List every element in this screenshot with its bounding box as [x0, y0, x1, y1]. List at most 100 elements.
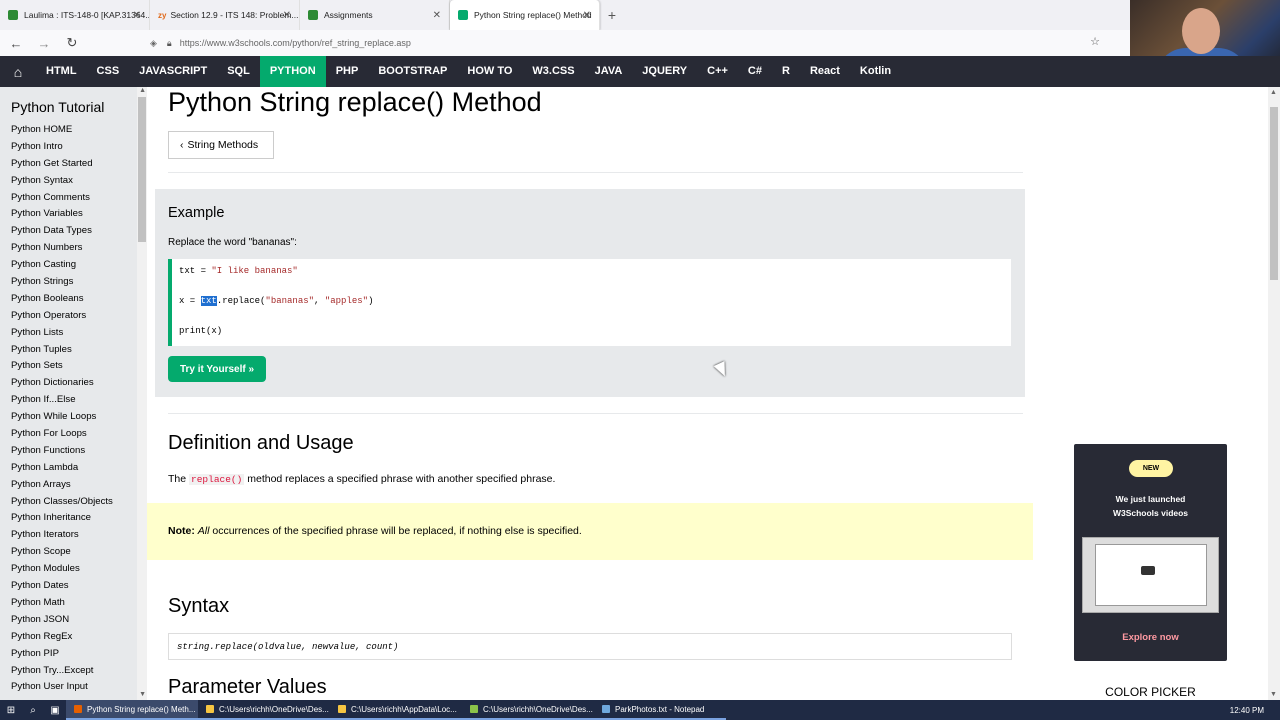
lock-icon[interactable]: 🔒︎ — [167, 38, 172, 49]
sidebar-link[interactable]: Python Dates — [0, 578, 147, 595]
page-scrollbar[interactable]: ▲ ▼ — [1268, 87, 1280, 700]
taskbar-item-explorer[interactable]: C:\Users\richh\OneDrive\Des... — [198, 700, 330, 720]
task-view-icon[interactable]: ▣ — [44, 700, 66, 720]
scroll-up-icon[interactable]: ▲ — [139, 87, 146, 94]
sidebar-link[interactable]: Python Try...Except — [0, 663, 147, 680]
sidebar-link[interactable]: Python Comments — [0, 190, 147, 207]
sidebar-link[interactable]: Python Tuples — [0, 342, 147, 359]
sidebar-scrollbar[interactable]: ▲ ▼ — [137, 87, 147, 700]
close-tab-icon[interactable]: ✕ — [283, 10, 291, 21]
sidebar-link[interactable]: Python JSON — [0, 612, 147, 629]
forward-arrow-icon[interactable]: → — [32, 36, 56, 51]
nav-w3css[interactable]: W3.CSS — [522, 56, 584, 87]
main-content: Python String replace() Method ‹ String … — [147, 87, 1033, 700]
definition-heading: Definition and Usage — [168, 432, 354, 454]
nav-css[interactable]: CSS — [87, 56, 130, 87]
sidebar-link[interactable]: Python Casting — [0, 257, 147, 274]
browser-tab-active[interactable]: Python String replace() Method ✕ — [450, 0, 600, 30]
nav-jquery[interactable]: JQUERY — [632, 56, 697, 87]
bookmark-star-icon[interactable]: ☆ — [1090, 35, 1100, 48]
browser-tab[interactable]: Assignments ✕ — [300, 0, 450, 30]
sidebar-link[interactable]: Python Math — [0, 595, 147, 612]
close-tab-icon[interactable]: ✕ — [133, 10, 141, 21]
sidebar-link[interactable]: Python Functions — [0, 443, 147, 460]
inline-code: replace() — [189, 474, 245, 485]
sidebar-link[interactable]: Python PIP — [0, 646, 147, 663]
nav-how-to[interactable]: HOW TO — [457, 56, 522, 87]
sidebar-link[interactable]: Python Intro — [0, 139, 147, 156]
try-it-yourself-button[interactable]: Try it Yourself » — [168, 356, 266, 382]
nav-cpp[interactable]: C++ — [697, 56, 738, 87]
sidebar-link[interactable]: Python Arrays — [0, 477, 147, 494]
close-tab-icon[interactable]: ✕ — [583, 10, 591, 21]
sidebar-link[interactable]: Python Strings — [0, 274, 147, 291]
back-arrow-icon[interactable]: ← — [4, 36, 28, 51]
code-token: , — [314, 296, 325, 306]
sidebar-link[interactable]: Python Syntax — [0, 173, 147, 190]
scroll-down-icon[interactable]: ▼ — [139, 691, 146, 698]
syntax-heading: Syntax — [168, 595, 230, 617]
search-icon[interactable]: ⌕ — [22, 700, 44, 720]
home-icon[interactable]: ⌂ — [0, 56, 36, 87]
nav-java[interactable]: JAVA — [585, 56, 633, 87]
sidebar-link[interactable]: Python Variables — [0, 206, 147, 223]
sidebar-scroll-thumb[interactable] — [138, 97, 146, 242]
explore-now-link[interactable]: Explore now — [1074, 632, 1227, 643]
code-string: "I like bananas" — [211, 266, 298, 276]
selected-text[interactable]: txt — [200, 296, 217, 306]
shield-icon[interactable]: ◈ — [150, 38, 157, 49]
sidebar-link[interactable]: Python Numbers — [0, 240, 147, 257]
scroll-up-icon[interactable]: ▲ — [1270, 89, 1277, 96]
sidebar-link[interactable]: Python Sets — [0, 358, 147, 375]
sidebar-link[interactable]: Python Lambda — [0, 460, 147, 477]
string-methods-label: String Methods — [187, 139, 259, 151]
new-tab-button[interactable]: + — [600, 0, 624, 30]
nav-php[interactable]: PHP — [326, 56, 369, 87]
nav-sql[interactable]: SQL — [217, 56, 260, 87]
taskbar-item-notepad[interactable]: ParkPhotos.txt - Notepad — [594, 700, 726, 720]
url-text[interactable]: https://www.w3schools.com/python/ref_str… — [180, 38, 411, 48]
reload-icon[interactable]: ↻ — [60, 35, 84, 51]
nav-python[interactable]: PYTHON — [259, 56, 326, 87]
nav-react[interactable]: React — [800, 56, 850, 87]
sidebar-link[interactable]: Python RegEx — [0, 629, 147, 646]
tab-label: Assignments — [324, 10, 373, 20]
sidebar-link[interactable]: Python If...Else — [0, 392, 147, 409]
browser-tab[interactable]: zy Section 12.9 - ITS 148: Problem... ✕ — [150, 0, 300, 30]
scroll-down-icon[interactable]: ▼ — [1270, 691, 1277, 698]
nav-kotlin[interactable]: Kotlin — [850, 56, 901, 87]
nav-javascript[interactable]: JAVASCRIPT — [129, 56, 217, 87]
taskbar-item-firefox[interactable]: Python String replace() Meth... — [66, 700, 198, 720]
sidebar-link[interactable]: Python Data Types — [0, 223, 147, 240]
close-tab-icon[interactable]: ✕ — [433, 10, 441, 21]
sidebar-link[interactable]: Python Operators — [0, 308, 147, 325]
nav-html[interactable]: HTML — [36, 56, 87, 87]
sidebar-link[interactable]: Python Modules — [0, 561, 147, 578]
sidebar-link[interactable]: Python Lists — [0, 325, 147, 342]
sidebar-link[interactable]: Python HOME — [0, 122, 147, 139]
sidebar-link[interactable]: Python Iterators — [0, 527, 147, 544]
taskbar-item-explorer[interactable]: C:\Users\richh\AppData\Loc... — [330, 700, 462, 720]
nav-r[interactable]: R — [772, 56, 800, 87]
browser-tab[interactable]: Laulima : ITS-148-0 [KAP.31364... ✕ — [0, 0, 150, 30]
nav-csharp[interactable]: C# — [738, 56, 772, 87]
address-bar[interactable]: ◈ 🔒︎ https://www.w3schools.com/python/re… — [150, 32, 1100, 54]
sidebar-link[interactable]: Python User Input — [0, 679, 147, 696]
page-scroll-thumb[interactable] — [1270, 107, 1278, 280]
sidebar-link[interactable]: Python Dictionaries — [0, 375, 147, 392]
string-methods-button[interactable]: ‹ String Methods — [168, 131, 274, 159]
sidebar-link[interactable]: Python Scope — [0, 544, 147, 561]
windows-start-icon[interactable]: ⊞ — [0, 700, 22, 720]
clock[interactable]: 12:40 PM — [1222, 700, 1272, 720]
notepad-icon — [602, 705, 610, 713]
ad-line-2: W3Schools videos — [1112, 508, 1189, 518]
videos-ad[interactable]: NEW We just launched W3Schools videos Ex… — [1074, 444, 1227, 661]
nav-bootstrap[interactable]: BOOTSTRAP — [368, 56, 457, 87]
sidebar-link[interactable]: Python Get Started — [0, 156, 147, 173]
sidebar-link[interactable]: Python While Loops — [0, 409, 147, 426]
sidebar-link[interactable]: Python Booleans — [0, 291, 147, 308]
taskbar-item-editor[interactable]: C:\Users\richh\OneDrive\Des... — [462, 700, 594, 720]
sidebar-link[interactable]: Python Inheritance — [0, 510, 147, 527]
sidebar-link[interactable]: Python Classes/Objects — [0, 494, 147, 511]
sidebar-link[interactable]: Python For Loops — [0, 426, 147, 443]
